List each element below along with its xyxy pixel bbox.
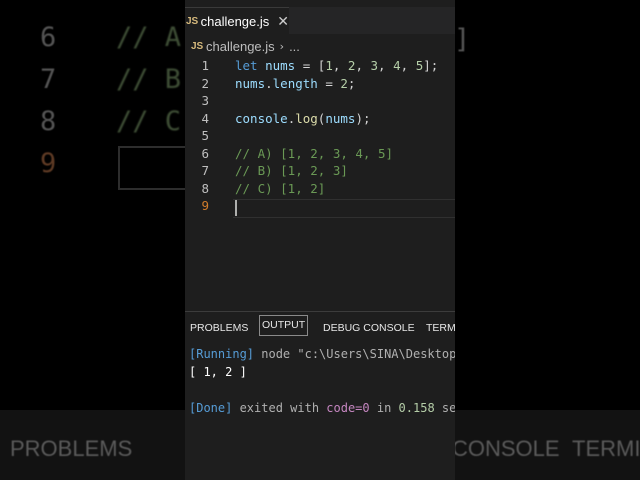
code-token: ; — [347, 75, 356, 91]
close-icon[interactable]: ✕ — [277, 14, 289, 30]
line-number: 9 — [201, 198, 209, 213]
breadcrumb: JS challenge.js › ... — [185, 36, 455, 56]
text-caret — [235, 200, 237, 216]
line-number: 6 — [201, 145, 209, 161]
tab-problems[interactable]: PROBLEMS — [190, 322, 248, 334]
code-token: console — [235, 110, 288, 126]
done-text: se — [434, 401, 455, 415]
line-number: 4 — [201, 110, 209, 126]
code-token: . — [265, 75, 273, 91]
code-token: nums — [235, 75, 266, 91]
code-token: // A) [1, 2, 3, 4, 5] — [235, 145, 394, 161]
output-result: [ 1, 2 ] — [189, 365, 247, 379]
output-done-line: [Done] exited with code=0 in 0.158 se — [189, 399, 455, 417]
line-number: 7 — [201, 163, 209, 178]
tab-terminal[interactable]: TERMI — [426, 322, 455, 334]
code-line[interactable]: 1 let nums = [1, 2, 3, 4, 5]; — [185, 57, 455, 75]
breadcrumb-file[interactable]: challenge.js — [206, 39, 275, 54]
bg-code-fragment: // A — [116, 22, 182, 53]
elapsed-time: 0.158 — [398, 401, 435, 415]
bg-bracket: ] — [454, 24, 471, 55]
javascript-file-icon: JS — [186, 16, 199, 27]
output-panel: PROBLEMS OUTPUT DEBUG CONSOLE TERMI [Run… — [185, 311, 455, 480]
done-text: in — [369, 401, 399, 415]
bg-line-number-active: 9 — [40, 148, 57, 179]
bg-code-fragment: // B — [116, 64, 182, 95]
breadcrumb-symbols[interactable]: ... — [289, 39, 300, 54]
code-token: 3 — [370, 58, 379, 73]
code-line[interactable]: 3 — [185, 92, 455, 110]
code-editor-window: JS challenge.js ✕ JS challenge.js › ... … — [185, 0, 455, 480]
code-token: , — [355, 58, 371, 73]
running-tag: [Running] — [189, 347, 255, 361]
panel-tabs: PROBLEMS OUTPUT DEBUG CONSOLE TERMI — [185, 312, 455, 344]
running-command: node "c:\Users\SINA\Desktop — [254, 347, 455, 361]
line-number: 3 — [201, 93, 209, 108]
code-token: 1 — [325, 58, 333, 73]
line-number: 5 — [201, 128, 209, 143]
code-line[interactable]: 2 nums.length = 2; — [185, 75, 455, 93]
tab-challenge-js[interactable]: JS challenge.js ✕ — [185, 7, 289, 35]
code-token: let — [235, 58, 266, 73]
code-text: console.log(nums); — [235, 110, 371, 128]
code-token: log — [295, 110, 318, 126]
code-line[interactable]: 5 — [185, 127, 455, 145]
code-token: = — [317, 75, 341, 91]
output-running-line: [Running] node "c:\Users\SINA\Desktop — [189, 345, 455, 363]
code-text: let nums = [1, 2, 3, 4, 5]; — [235, 57, 438, 75]
chevron-right-icon: › — [279, 39, 285, 53]
tab-output[interactable]: OUTPUT — [259, 315, 309, 336]
tab-bar: JS challenge.js ✕ — [185, 7, 455, 35]
code-text: nums.length = 2; — [235, 75, 355, 93]
code-token: // B) [1, 2, 3] — [235, 163, 348, 178]
code-token: ]; — [423, 58, 439, 73]
code-token: nums — [325, 110, 356, 126]
code-token: ); — [355, 110, 371, 126]
code-token: , — [400, 58, 416, 73]
code-text: // C) [1, 2] — [235, 180, 325, 198]
code-token: = [ — [295, 58, 326, 73]
code-token: , — [378, 58, 394, 73]
code-line[interactable]: 4 console.log(nums); — [185, 110, 455, 128]
done-text: exited with — [232, 401, 327, 415]
code-token: 2 — [340, 75, 348, 91]
line-number: 2 — [201, 75, 209, 91]
javascript-file-icon: JS — [191, 40, 204, 52]
done-tag: [Done] — [189, 401, 233, 415]
tab-debug-console[interactable]: DEBUG CONSOLE — [323, 322, 415, 334]
code-token: nums — [265, 58, 296, 73]
code-text: // B) [1, 2, 3] — [235, 162, 348, 180]
exit-code: code=0 — [326, 401, 370, 415]
tab-label: challenge.js — [200, 14, 270, 29]
code-line[interactable]: 9 — [185, 197, 455, 215]
code-text: // A) [1, 2, 3, 4, 5] — [235, 145, 393, 163]
code-token: , — [332, 58, 348, 73]
code-token: length — [272, 75, 318, 91]
bg-line-number: 6 — [40, 22, 57, 53]
bg-tab-problems: PROBLEMS — [10, 436, 133, 461]
bg-code-fragment: // C — [116, 106, 182, 137]
line-number: 8 — [201, 180, 209, 196]
code-token: // C) [1, 2] — [235, 180, 326, 196]
bg-line-number: 7 — [40, 64, 57, 95]
bg-tab-terminal: TERMI — [572, 436, 640, 461]
code-line[interactable]: 7 // B) [1, 2, 3] — [185, 162, 455, 180]
line-number: 1 — [201, 58, 209, 73]
bg-line-number: 8 — [40, 106, 57, 137]
code-line[interactable]: 8 // C) [1, 2] — [185, 180, 455, 198]
output-result-line: [ 1, 2 ] — [189, 363, 247, 381]
bg-tab-console: CONSOLE — [452, 436, 560, 461]
code-line[interactable]: 6 // A) [1, 2, 3, 4, 5] — [185, 145, 455, 163]
code-token: 4 — [393, 58, 401, 73]
